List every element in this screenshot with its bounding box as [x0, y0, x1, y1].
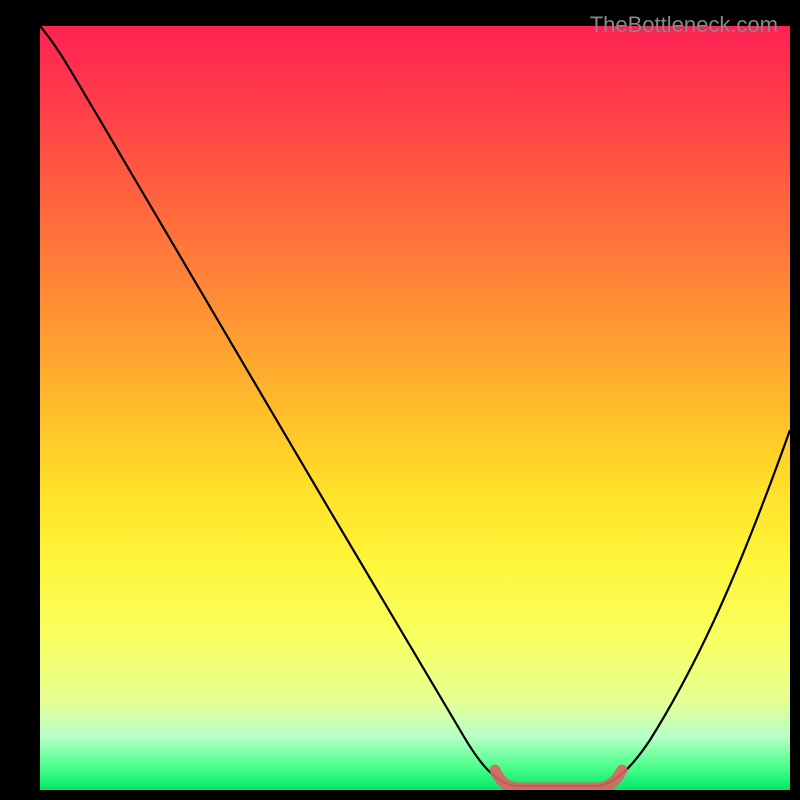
watermark-text: TheBottleneck.com: [590, 12, 778, 38]
chart-frame: TheBottleneck.com: [40, 10, 790, 790]
plot-area: TheBottleneck.com: [40, 10, 790, 790]
optimal-region-marker: [495, 770, 622, 788]
bottleneck-curve-path: [40, 26, 790, 786]
bottleneck-curve-svg: [40, 10, 790, 790]
